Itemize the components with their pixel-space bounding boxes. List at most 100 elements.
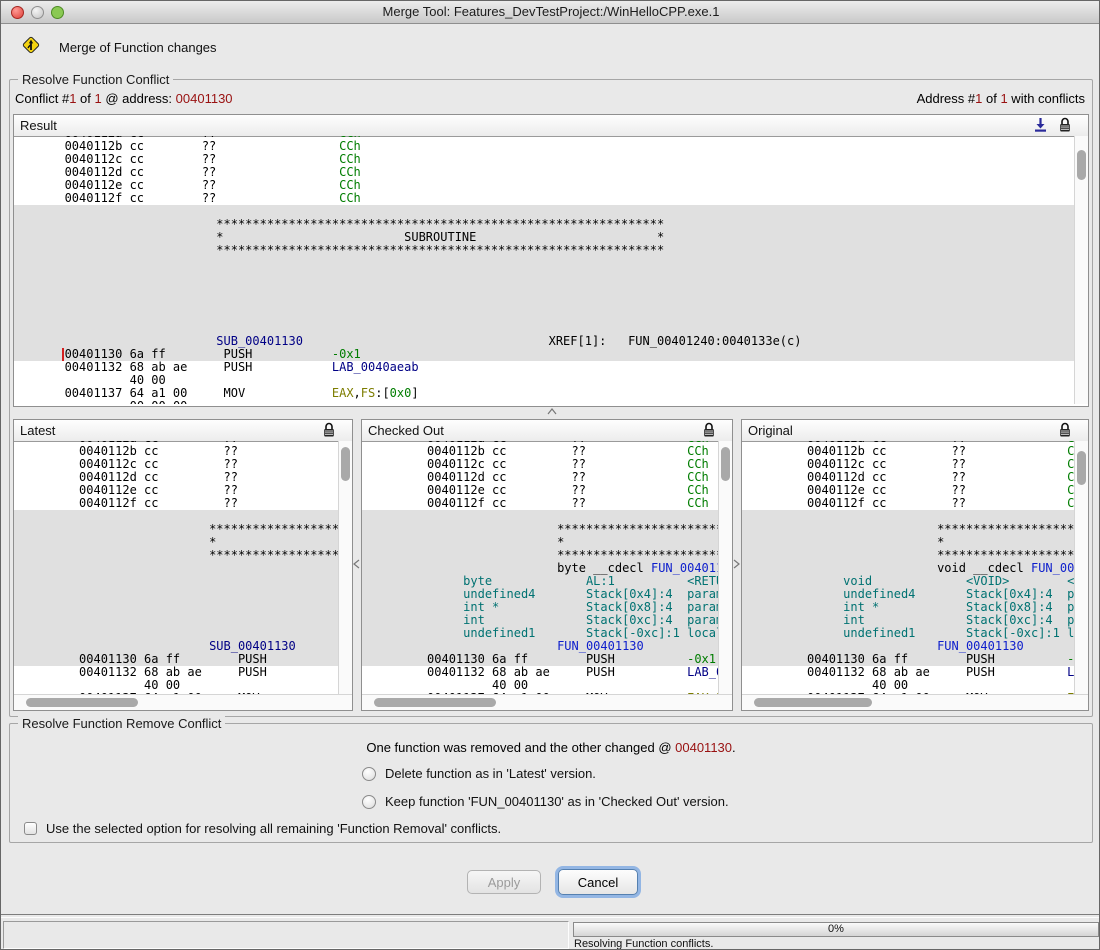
listing-line: **************************************** xyxy=(14,523,352,536)
listing-line: void __cdecl FUN_00401130 xyxy=(742,562,1088,575)
listing-line: SUB_00401130XREF[1]:FUN_00401240:0040133… xyxy=(14,335,1088,348)
listing-line: 0040112b cc??CCh xyxy=(14,445,352,458)
listing-line: 0040112c cc??CCh xyxy=(742,458,1088,471)
lock-icon[interactable] xyxy=(702,422,716,443)
result-panel-header: Result xyxy=(14,115,1088,137)
cancel-button[interactable]: Cancel xyxy=(558,869,638,895)
listing-line: 0040112f cc??CCh xyxy=(14,192,1088,205)
listing-line xyxy=(14,309,1088,322)
group-title: Resolve Function Remove Conflict xyxy=(18,716,225,731)
merge-phase-label: Merge of Function changes xyxy=(59,40,217,55)
resolve-function-remove-conflict-group: Resolve Function Remove Conflict One fun… xyxy=(9,723,1093,843)
lock-icon[interactable] xyxy=(1058,117,1072,138)
horizontal-split-divider[interactable] xyxy=(13,407,1089,419)
listing-line: 00401132 68 ab aePUSHLAB_0040aeab xyxy=(362,666,732,679)
checked-out-listing[interactable]: 0040112a cc??CCh0040112b cc??CCh0040112c… xyxy=(362,441,732,695)
divider-collapse-icon[interactable] xyxy=(547,407,557,417)
delete-function-radio[interactable] xyxy=(362,767,376,781)
checked-out-vertical-scrollbar[interactable] xyxy=(718,441,732,695)
divider-collapse-icon[interactable] xyxy=(733,559,740,571)
listing-line xyxy=(14,257,1088,270)
original-listing[interactable]: 0040112a cc??CCh0040112b cc??CCh0040112c… xyxy=(742,441,1088,695)
listing-line: SUB_00401130 xyxy=(14,640,352,653)
lock-icon[interactable] xyxy=(322,422,336,443)
result-panel: Result 0040112a cc? xyxy=(13,114,1089,407)
vertical-split-divider[interactable] xyxy=(353,419,361,711)
listing-line: 0040112d cc??CCh xyxy=(362,471,732,484)
save-down-icon[interactable] xyxy=(1033,117,1048,138)
keep-function-radio-label: Keep function 'FUN_00401130' as in 'Chec… xyxy=(385,794,729,809)
latest-panel-header: Latest xyxy=(14,420,352,442)
listing-line xyxy=(14,588,352,601)
original-vertical-scrollbar[interactable] xyxy=(1074,441,1088,695)
original-panel-header: Original xyxy=(742,420,1088,442)
listing-line: 0040112c cc??CCh xyxy=(14,153,1088,166)
listing-line: 0040112b cc??CCh xyxy=(362,445,732,458)
use-for-all-checkbox[interactable] xyxy=(24,822,37,835)
listing-line: 0040112f cc??CCh xyxy=(14,497,352,510)
latest-listing[interactable]: 0040112a cc??CCh0040112b cc??CCh0040112c… xyxy=(14,441,352,695)
listing-line: 0040112e cc??CCh xyxy=(362,484,732,497)
checked-out-horizontal-scrollbar[interactable] xyxy=(362,694,732,710)
listing-line: 0040112c cc??CCh xyxy=(362,458,732,471)
original-horizontal-scrollbar[interactable] xyxy=(742,694,1088,710)
listing-line: ****************************************… xyxy=(14,244,1088,257)
panel-title: Checked Out xyxy=(368,423,444,438)
listing-line: 0040112c cc??CCh xyxy=(14,458,352,471)
listing-line xyxy=(14,562,352,575)
listing-line: 0040112e cc??CCh xyxy=(14,179,1088,192)
original-panel: Original 0040112a cc??CCh0040112b cc??CC… xyxy=(741,419,1089,711)
listing-line xyxy=(14,601,352,614)
status-bar-separator xyxy=(1,914,1100,918)
latest-vertical-scrollbar[interactable] xyxy=(338,441,352,695)
listing-line xyxy=(14,575,352,588)
status-right-panel: 0% Resolving Function conflicts. xyxy=(573,921,1100,949)
listing-line: int *Stack[0x8]:4param_2 xyxy=(362,601,732,614)
listing-line: undefined1Stack[-0xc]:1local_c xyxy=(362,627,732,640)
listing-line: 00401132 68 ab aePUSHLAB_0040aeab xyxy=(742,666,1088,679)
title-bar[interactable]: Merge Tool: Features_DevTestProject:/Win… xyxy=(1,1,1100,24)
conflict-message: One function was removed and the other c… xyxy=(10,740,1092,755)
status-left-panel xyxy=(3,921,569,949)
keep-function-radio[interactable] xyxy=(362,795,376,809)
listing-line: ****************************************… xyxy=(14,218,1088,231)
use-for-all-checkbox-label: Use the selected option for resolving al… xyxy=(46,821,501,836)
listing-line: undefined4Stack[0x4]:4param_1 xyxy=(362,588,732,601)
delete-function-radio-label: Delete function as in 'Latest' version. xyxy=(385,766,596,781)
lock-icon[interactable] xyxy=(1058,422,1072,443)
listing-line xyxy=(14,296,1088,309)
checked-out-panel: Checked Out 0040112a cc??CCh0040112b cc?… xyxy=(361,419,733,711)
address-counter: Address #1 of 1 with conflicts xyxy=(917,91,1085,106)
progress-bar: 0% xyxy=(573,922,1099,937)
vertical-split-divider[interactable] xyxy=(733,419,741,711)
apply-button[interactable]: Apply xyxy=(467,870,541,894)
listing-line: 0040112d cc??CCh xyxy=(14,471,352,484)
listing-line: 0040112d cc??CCh xyxy=(742,471,1088,484)
listing-line: 0040112d cc??CCh xyxy=(14,166,1088,179)
listing-line: **************************************** xyxy=(742,523,1088,536)
listing-line: byte __cdecl FUN_00401130 xyxy=(362,562,732,575)
merge-warning-icon xyxy=(21,35,41,60)
latest-panel: Latest 0040112a cc??CCh0040112b cc??CCh0… xyxy=(13,419,353,711)
listing-line: 0040112f cc??CCh xyxy=(362,497,732,510)
result-vertical-scrollbar[interactable] xyxy=(1074,136,1088,404)
listing-cursor xyxy=(62,348,64,361)
listing-line: 0040112e cc??CCh xyxy=(14,484,352,497)
listing-line xyxy=(14,614,352,627)
listing-line: 0040112f cc??CCh xyxy=(742,497,1088,510)
panel-title: Original xyxy=(748,423,793,438)
panel-title: Latest xyxy=(20,423,55,438)
checked-out-panel-header: Checked Out xyxy=(362,420,732,442)
status-message: Resolving Function conflicts. xyxy=(574,938,713,950)
listing-line: **************************************** xyxy=(362,523,732,536)
listing-line: undefined1Stack[-0xc]:1local_c xyxy=(742,627,1088,640)
result-listing[interactable]: 0040112a cc??CCh0040112b cc??CCh0040112c… xyxy=(14,136,1088,404)
listing-line: 00 00 00 xyxy=(14,400,1088,404)
listing-line: FUN_00401130 xyxy=(742,640,1088,653)
listing-line: 00401132 68 ab aePUSHLAB_0040aeab xyxy=(14,361,1088,374)
listing-line xyxy=(14,270,1088,283)
latest-horizontal-scrollbar[interactable] xyxy=(14,694,352,710)
conflict-counter: Conflict #1 of 1 @ address: 00401130 xyxy=(15,91,233,106)
divider-collapse-icon[interactable] xyxy=(353,559,360,571)
listing-line: 0040112b cc??CCh xyxy=(14,140,1088,153)
